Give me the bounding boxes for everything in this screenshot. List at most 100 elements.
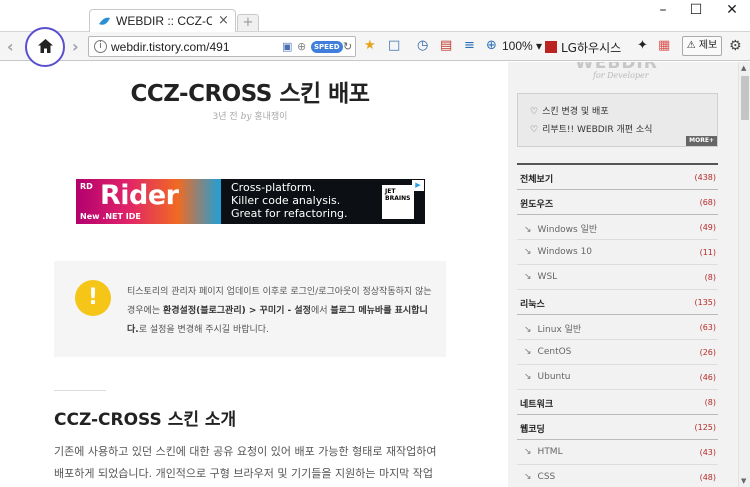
category-name: CentOS xyxy=(524,347,572,357)
category-name: 윈도우즈 xyxy=(520,200,554,210)
address-bar[interactable]: i webdir.tistory.com/491 ▣ ⊕ SPEED ↻ xyxy=(88,36,356,57)
category-item[interactable]: CSS (48) xyxy=(517,465,718,487)
post-author[interactable]: 홍내쟁이 xyxy=(254,112,287,122)
home-icon xyxy=(38,39,53,53)
ad-brand: Rider xyxy=(100,180,179,211)
vertical-scrollbar[interactable]: ▲ ▼ xyxy=(738,62,750,487)
category-count: (438) xyxy=(694,173,716,182)
url-text[interactable]: webdir.tistory.com/491 xyxy=(111,40,230,54)
ad-line-1: Cross-platform. xyxy=(231,181,316,194)
notice-bell-icon: ♡ xyxy=(530,107,539,117)
tab-bar: WEBDIR :: CCZ-CR × + – ☐ ✕ xyxy=(0,0,750,33)
category-item[interactable]: CentOS (26) xyxy=(517,340,718,365)
report-button[interactable]: ⚠ 제보 xyxy=(682,36,722,56)
monitor-icon[interactable]: ▣ xyxy=(282,40,292,53)
category-item[interactable]: HTML (43) xyxy=(517,440,718,465)
speed-badge[interactable]: SPEED xyxy=(311,41,343,53)
home-button[interactable] xyxy=(25,27,65,67)
apps-grid-icon[interactable]: ▦ xyxy=(658,38,670,54)
category-count: (63) xyxy=(699,323,716,332)
category-item[interactable]: 웹코딩 (125) xyxy=(517,415,718,440)
post-meta: 3년 전 by 홍내쟁이 xyxy=(0,109,500,122)
reload-icon[interactable]: ↻ xyxy=(343,40,352,53)
page-info-icon[interactable]: i xyxy=(94,40,107,53)
scroll-thumb[interactable] xyxy=(741,76,749,120)
category-count: (43) xyxy=(699,448,716,457)
minimize-button[interactable]: – xyxy=(648,2,678,18)
category-count: (8) xyxy=(704,398,716,407)
zoom-level[interactable]: 100% ▾ xyxy=(502,39,542,53)
calendar-icon[interactable]: ▤ xyxy=(440,38,452,54)
category-item[interactable]: 네트워크 (8) xyxy=(517,390,718,415)
adchoices-icon[interactable]: ▶ xyxy=(412,180,424,191)
category-name: Windows 일반 xyxy=(524,222,598,235)
forward-icon[interactable]: › xyxy=(72,37,79,56)
notice-part-2: 에서 xyxy=(310,306,331,316)
category-name: 웹코딩 xyxy=(520,425,545,435)
tab-close-icon[interactable]: × xyxy=(218,13,229,28)
settings-gear-icon[interactable]: ⚙ xyxy=(729,38,742,54)
favorite-star-icon[interactable]: ★ xyxy=(364,38,376,54)
category-item[interactable]: WSL (8) xyxy=(517,265,718,290)
more-button[interactable]: MORE+ xyxy=(686,136,717,146)
notice-item-label: 스킨 변경 및 배포 xyxy=(542,107,609,117)
ad-rd-logo: RD xyxy=(80,182,93,191)
notice-bold-1: 환경설정(블로그관리) > 꾸미기 - 설정 xyxy=(162,306,311,316)
category-name: 리눅스 xyxy=(520,300,545,310)
capture-icon[interactable]: □ xyxy=(388,38,400,54)
browser-tab[interactable]: WEBDIR :: CCZ-CR × xyxy=(89,9,236,33)
category-item[interactable]: Windows 일반 (49) xyxy=(517,215,718,240)
extension-icon[interactable]: ✦ xyxy=(637,38,648,54)
category-item[interactable]: 리눅스 (135) xyxy=(517,290,718,315)
back-icon[interactable]: ‹ xyxy=(7,37,14,56)
ad-line-3: Great for refactoring. xyxy=(231,207,348,220)
scroll-up-icon[interactable]: ▲ xyxy=(741,64,746,72)
notice-bell-icon: ♡ xyxy=(530,125,539,135)
page-viewport: CCZ-CROSS 스킨 배포 3년 전 by 홍내쟁이 RD Rider Ne… xyxy=(0,62,738,487)
history-clock-icon[interactable]: ◷ xyxy=(417,38,428,54)
category-name: Windows 10 xyxy=(524,247,593,257)
scroll-down-icon[interactable]: ▼ xyxy=(741,477,746,485)
category-name: HTML xyxy=(524,447,563,457)
category-count: (135) xyxy=(694,298,716,307)
category-name: Ubuntu xyxy=(524,372,571,382)
post-time: 3년 전 xyxy=(212,112,238,122)
notice-box: ! 티스토리의 관리자 페이지 업데이트 이후로 로그인/로그아웃이 정상작동하… xyxy=(54,261,446,357)
ad-line-2: Killer code analysis. xyxy=(231,194,341,207)
category-item[interactable]: 윈도우즈 (68) xyxy=(517,190,718,215)
category-name: 네트워크 xyxy=(520,400,554,410)
maximize-button[interactable]: ☐ xyxy=(681,2,711,18)
category-item[interactable]: Windows 10 (11) xyxy=(517,240,718,265)
lg-bookmark[interactable]: LG하우시스 xyxy=(561,39,621,56)
category-name: 전체보기 xyxy=(520,175,554,185)
category-item[interactable]: Ubuntu (46) xyxy=(517,365,718,390)
category-item[interactable]: Linux 일반 (63) xyxy=(517,315,718,340)
jetbrains-logo: JET BRAINS xyxy=(382,185,414,219)
notice-part-3: 로 설정을 변경해 주시길 바랍니다. xyxy=(138,325,269,335)
category-name: Linux 일반 xyxy=(524,322,582,335)
new-tab-button[interactable]: + xyxy=(237,14,259,31)
zoom-icon[interactable]: ⊕ xyxy=(486,38,497,54)
rider-ad-banner[interactable]: RD Rider New .NET IDE Cross-platform. Ki… xyxy=(76,179,425,224)
notice-list-box: ♡ 스킨 변경 및 배포 ♡ 리부트!! WEBDIR 개편 소식 MORE+ xyxy=(517,93,718,147)
notice-item[interactable]: ♡ 리부트!! WEBDIR 개편 소식 xyxy=(530,122,652,135)
section-body: 기존에 사용하고 있던 스킨에 대한 공유 요청이 있어 배포 가능한 형태로 … xyxy=(54,445,437,480)
text-size-icon[interactable]: ≡ xyxy=(464,38,475,54)
lg-logo-icon xyxy=(545,41,557,53)
navigation-toolbar: ‹ › i webdir.tistory.com/491 ▣ ⊕ SPEED ↻… xyxy=(0,32,750,61)
category-count: (26) xyxy=(699,348,716,357)
post-by: by xyxy=(240,112,252,122)
category-name: CSS xyxy=(524,472,556,482)
ad-subtitle: New .NET IDE xyxy=(80,212,141,221)
window-close-button[interactable]: ✕ xyxy=(717,2,747,18)
divider xyxy=(54,390,106,391)
ad-copy: Cross-platform. Killer code analysis. Gr… xyxy=(231,181,348,220)
category-list: 전체보기 (438) 윈도우즈 (68) Windows 일반 (49) Window… xyxy=(517,163,718,487)
notice-item[interactable]: ♡ 스킨 변경 및 배포 xyxy=(530,104,609,117)
add-icon[interactable]: ⊕ xyxy=(297,40,306,53)
category-count: (49) xyxy=(699,223,716,232)
category-item[interactable]: 전체보기 (438) xyxy=(517,165,718,190)
category-name: WSL xyxy=(524,272,558,282)
section-heading: CCZ-CROSS 스킨 소개 xyxy=(54,410,237,430)
warning-icon: ! xyxy=(75,280,111,316)
